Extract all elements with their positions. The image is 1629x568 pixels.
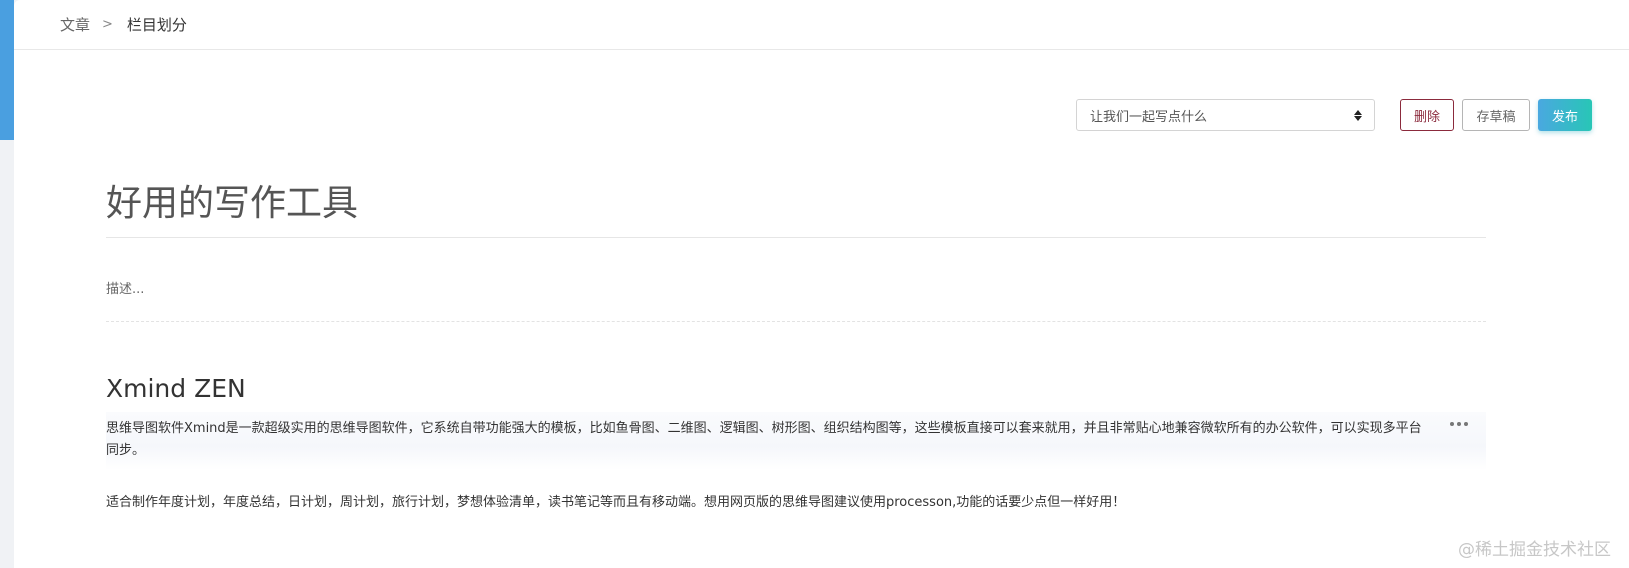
category-select[interactable]: 让我们一起写点什么 — [1076, 99, 1375, 131]
delete-button[interactable]: 删除 — [1400, 99, 1454, 131]
category-select-value: 让我们一起写点什么 — [1090, 109, 1208, 125]
more-horizontal-icon[interactable] — [1450, 422, 1468, 426]
content-heading[interactable]: Xmind ZEN — [106, 372, 1486, 406]
breadcrumb-parent-link[interactable]: 文章 — [60, 14, 90, 35]
watermark: @稀土掘金技术社区 — [1458, 540, 1611, 560]
article-title-input[interactable]: 好用的写作工具 — [106, 180, 1486, 238]
article-editor: 好用的写作工具 描述... Xmind ZEN 思维导图软件Xmind是一款超级… — [106, 180, 1486, 514]
breadcrumb: 文章 > 栏目划分 — [14, 0, 1629, 50]
breadcrumb-current: 栏目划分 — [126, 16, 187, 34]
content-paragraph[interactable]: 思维导图软件Xmind是一款超级实用的思维导图软件，它系统自带功能强大的模板，比… — [106, 418, 1430, 462]
content-paragraph[interactable]: 适合制作年度计划，年度总结，日计划，周计划，旅行计划，梦想体验清单，读书笔记等而… — [106, 492, 1486, 514]
select-arrows-icon — [1354, 109, 1362, 121]
article-description-input[interactable]: 描述... — [106, 278, 1486, 322]
editor-card: 文章 > 栏目划分 让我们一起写点什么 删除 存草稿 发布 好用的写作工具 描述… — [14, 0, 1629, 568]
breadcrumb-separator: > — [102, 17, 113, 32]
left-accent-bar — [0, 0, 14, 140]
publish-button[interactable]: 发布 — [1538, 99, 1592, 131]
editor-toolbar: 让我们一起写点什么 删除 存草稿 发布 — [1076, 99, 1592, 131]
content-paragraph-block[interactable]: 思维导图软件Xmind是一款超级实用的思维导图软件，它系统自带功能强大的模板，比… — [106, 412, 1486, 470]
save-draft-button[interactable]: 存草稿 — [1462, 99, 1530, 131]
